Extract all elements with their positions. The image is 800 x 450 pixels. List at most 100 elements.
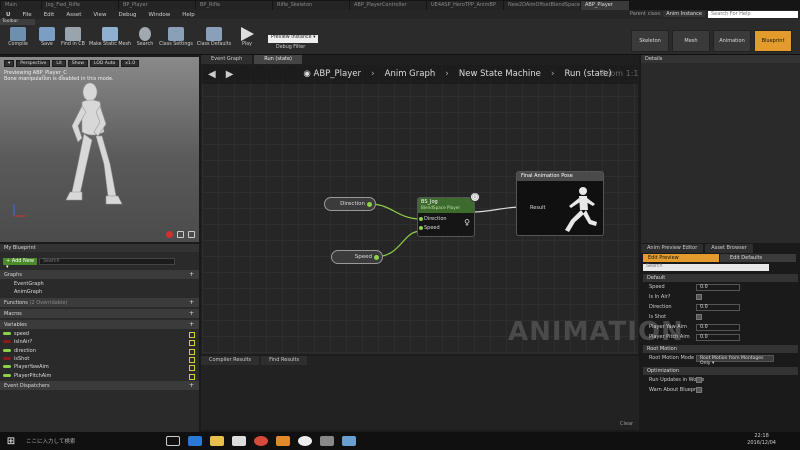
doc-tab[interactable]: BP_Rifle: [196, 1, 272, 10]
perspective-button[interactable]: Perspective: [16, 60, 51, 67]
tab-asset-browser[interactable]: Asset Browser: [705, 244, 753, 253]
record-icon[interactable]: [166, 231, 173, 238]
class-settings-button[interactable]: Class Settings: [158, 24, 194, 56]
direction-output-pin[interactable]: [367, 202, 372, 207]
lod-button[interactable]: LOD Auto: [90, 60, 120, 67]
add-graph-icon[interactable]: +: [189, 271, 194, 278]
lit-button[interactable]: Lit: [52, 60, 66, 67]
store-icon[interactable]: [232, 436, 246, 446]
compile-button[interactable]: Compile: [0, 24, 36, 56]
add-variable-icon[interactable]: +: [189, 321, 194, 328]
property-checkbox[interactable]: [696, 294, 702, 300]
graph-item-eventgraph[interactable]: EventGraph: [14, 281, 44, 287]
playback-speed-button[interactable]: x1.0: [121, 60, 140, 67]
make-static-mesh-button[interactable]: Make Static Mesh: [88, 24, 132, 56]
edge-icon[interactable]: [188, 436, 202, 446]
root-motion-section[interactable]: Root Motion: [643, 345, 798, 353]
doc-tab[interactable]: BP_Player: [119, 1, 195, 10]
menu-window[interactable]: Window: [143, 12, 177, 18]
property-value-input[interactable]: 0.0: [696, 304, 740, 311]
variable-item[interactable]: PlayerYawAim: [3, 364, 199, 372]
speed-output-pin[interactable]: [374, 255, 379, 260]
mode-skeleton[interactable]: Skeleton: [631, 30, 669, 52]
functions-section[interactable]: Functions (2 Overridable) +: [0, 298, 199, 307]
save-button[interactable]: Save: [34, 24, 60, 56]
preview-instance-dropdown[interactable]: Preview Instance ▾: [268, 35, 318, 43]
doc-tab[interactable]: Jog_Fwd_Rifle: [42, 1, 118, 10]
menu-edit[interactable]: Edit: [38, 12, 61, 18]
speed-variable-node[interactable]: Speed: [331, 250, 383, 264]
menu-file[interactable]: File: [16, 12, 37, 18]
tab-event-graph[interactable]: Event Graph: [201, 55, 253, 64]
tab-run-state[interactable]: Run (state): [254, 55, 302, 64]
find-in-cb-button[interactable]: Find in CB: [58, 24, 88, 56]
viewport-menu-button[interactable]: ▾: [4, 60, 15, 67]
property-value-input[interactable]: 0.0: [696, 284, 740, 291]
task-view-icon[interactable]: [166, 436, 180, 446]
menu-asset[interactable]: Asset: [60, 12, 87, 18]
play-button[interactable]: Play: [234, 24, 260, 56]
unreal-editor-icon[interactable]: [320, 436, 334, 446]
add-macro-icon[interactable]: +: [189, 310, 194, 317]
macros-section[interactable]: Macros +: [0, 309, 199, 318]
mode-animation[interactable]: Animation: [713, 30, 751, 52]
pause-icon[interactable]: [177, 231, 184, 238]
add-dispatcher-icon[interactable]: +: [189, 382, 194, 389]
pose-output-pin-icon[interactable]: ♀: [464, 218, 470, 227]
default-section[interactable]: Default: [643, 274, 798, 282]
add-new-button[interactable]: + Add New ▾: [3, 258, 37, 270]
parent-class-value[interactable]: Anim Instance: [663, 11, 705, 17]
final-pose-result-pin[interactable]: Result: [530, 205, 545, 211]
class-defaults-button[interactable]: Class Defaults: [196, 24, 232, 56]
tab-find-results[interactable]: Find Results: [261, 356, 308, 365]
root-motion-mode-dropdown[interactable]: Root Motion from Montages Only ▾: [696, 355, 774, 366]
doc-tab[interactable]: Main: [1, 1, 41, 10]
final-animation-pose-node[interactable]: Final Animation Pose Result: [516, 171, 604, 236]
variable-item[interactable]: PlayerPitchAim: [3, 373, 199, 381]
blendspace-player-node[interactable]: BS_Jog BlendSpace Player Direction Speed…: [417, 197, 475, 237]
my-blueprint-search-input[interactable]: Search: [39, 258, 175, 265]
variable-visibility-checkbox[interactable]: [189, 373, 195, 380]
tab-compiler-results[interactable]: Compiler Results: [201, 356, 260, 365]
menu-debug[interactable]: Debug: [112, 12, 142, 18]
explorer-icon[interactable]: [210, 436, 224, 446]
graphs-section[interactable]: Graphs +: [0, 270, 199, 279]
search-help-input[interactable]: Search For Help: [708, 11, 798, 18]
direction-variable-node[interactable]: Direction: [324, 197, 376, 211]
opt-checkbox[interactable]: [696, 387, 702, 393]
edit-defaults-button[interactable]: Edit Defaults: [720, 254, 796, 262]
system-clock[interactable]: 22:18 2016/12/04: [747, 433, 776, 447]
mode-blueprint[interactable]: Blueprint: [754, 30, 792, 52]
variable-visibility-checkbox[interactable]: [189, 348, 195, 355]
property-checkbox[interactable]: [696, 314, 702, 320]
variable-item[interactable]: isShot: [3, 356, 199, 364]
optimization-section[interactable]: Optimization: [643, 367, 798, 375]
tab-anim-preview-editor[interactable]: Anim Preview Editor: [641, 244, 704, 253]
chrome-icon[interactable]: [254, 436, 268, 446]
menu-help[interactable]: Help: [176, 12, 201, 18]
opt-checkbox[interactable]: [696, 377, 702, 383]
doc-tab[interactable]: Rifle_Skeleton: [273, 1, 349, 10]
details-search-input[interactable]: Search: [643, 264, 769, 271]
taskbar-search-input[interactable]: ここに入力して検索: [22, 432, 162, 450]
show-button[interactable]: Show: [67, 60, 89, 67]
menu-view[interactable]: View: [87, 12, 112, 18]
app-icon-2[interactable]: [342, 436, 356, 446]
property-value-input[interactable]: 0.0: [696, 324, 740, 331]
variable-visibility-checkbox[interactable]: [189, 332, 195, 338]
variables-section[interactable]: Variables +: [0, 320, 199, 329]
variable-item[interactable]: speed: [3, 331, 199, 339]
doc-tab[interactable]: UE4ASP_HeroTPP_AnimBP: [427, 1, 503, 10]
add-function-icon[interactable]: +: [189, 299, 194, 306]
mode-mesh[interactable]: Mesh: [672, 30, 710, 52]
graph-item-animgraph[interactable]: AnimGraph: [14, 289, 42, 295]
doc-tab[interactable]: ABP_PlayerController: [350, 1, 426, 10]
edit-preview-button[interactable]: Edit Preview: [643, 254, 719, 262]
doc-tab[interactable]: New2DAimOffsetBlendSpace: [504, 1, 580, 10]
variable-item[interactable]: isInAir?: [3, 339, 199, 347]
property-value-input[interactable]: 0.0: [696, 334, 740, 341]
variable-item[interactable]: direction: [3, 348, 199, 356]
unreal-icon[interactable]: [298, 436, 312, 446]
search-button[interactable]: Search: [132, 24, 158, 56]
variable-visibility-checkbox[interactable]: [189, 365, 195, 372]
